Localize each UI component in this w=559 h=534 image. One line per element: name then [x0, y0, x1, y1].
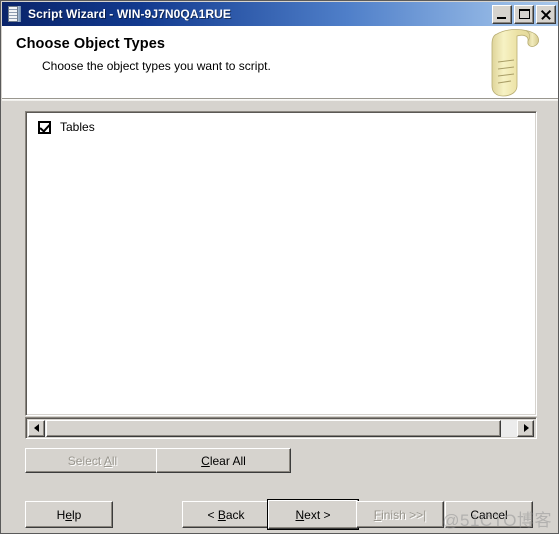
wizard-header: Choose Object Types Choose the object ty…	[2, 26, 558, 99]
object-types-list[interactable]: Tables	[25, 111, 537, 416]
list-item[interactable]: Tables	[38, 118, 536, 136]
back-accel: B	[217, 507, 226, 522]
scroll-right-arrow-icon[interactable]	[517, 419, 534, 437]
page-title: Choose Object Types	[16, 36, 166, 52]
cancel-label-pre: Cancel	[470, 507, 508, 522]
maximize-icon	[519, 8, 530, 19]
next-label-post: ext >	[304, 507, 331, 522]
help-label-pre: H	[56, 507, 66, 522]
close-button[interactable]	[536, 4, 556, 24]
back-label-pre: <	[207, 507, 218, 522]
dialog-body: Tables Select All Clear All Help < Back …	[2, 101, 558, 533]
maximize-button[interactable]	[514, 4, 534, 24]
scrollbar-thumb[interactable]	[46, 419, 501, 437]
finish-label-post: inish >>|	[381, 507, 427, 522]
scroll-left-arrow-icon[interactable]	[28, 419, 45, 437]
select-all-label-pre: Select	[67, 453, 104, 468]
back-label-post: ack	[225, 507, 245, 522]
title-bar[interactable]: Script Wizard - WIN-9J7N0QA1RUE	[2, 2, 558, 26]
scroll-parchment-icon	[491, 29, 539, 97]
minimize-icon	[497, 16, 506, 19]
minimize-button[interactable]	[492, 4, 512, 24]
window-title: Script Wizard - WIN-9J7N0QA1RUE	[28, 7, 232, 21]
help-label-post: lp	[72, 507, 82, 522]
help-accel: e	[65, 507, 72, 522]
list-item-label: Tables	[60, 119, 95, 134]
select-all-button[interactable]: Select All	[25, 448, 160, 473]
next-button[interactable]: Next >	[267, 499, 359, 530]
checkmark-icon	[38, 120, 51, 133]
window-controls	[492, 4, 556, 24]
clear-all-accel: C	[201, 453, 210, 468]
script-document-icon	[6, 5, 22, 23]
select-all-accel: A	[103, 453, 112, 468]
select-all-label-post: ll	[111, 453, 118, 468]
checkbox-tables[interactable]	[38, 120, 51, 134]
script-wizard-window: Script Wizard - WIN-9J7N0QA1RUE Choose O…	[0, 0, 559, 534]
horizontal-scrollbar[interactable]	[25, 417, 537, 439]
help-button[interactable]: Help	[25, 501, 113, 528]
clear-all-button[interactable]: Clear All	[156, 448, 291, 473]
finish-accel: F	[373, 507, 382, 522]
next-accel: N	[295, 507, 305, 522]
clear-all-label-post: lear All	[209, 453, 246, 468]
scrollbar-track[interactable]	[45, 419, 517, 437]
cancel-button[interactable]: Cancel	[445, 501, 533, 528]
finish-button[interactable]: Finish >>|	[356, 501, 444, 528]
page-subtitle: Choose the object types you want to scri…	[42, 59, 271, 73]
back-button[interactable]: < Back	[182, 501, 270, 528]
